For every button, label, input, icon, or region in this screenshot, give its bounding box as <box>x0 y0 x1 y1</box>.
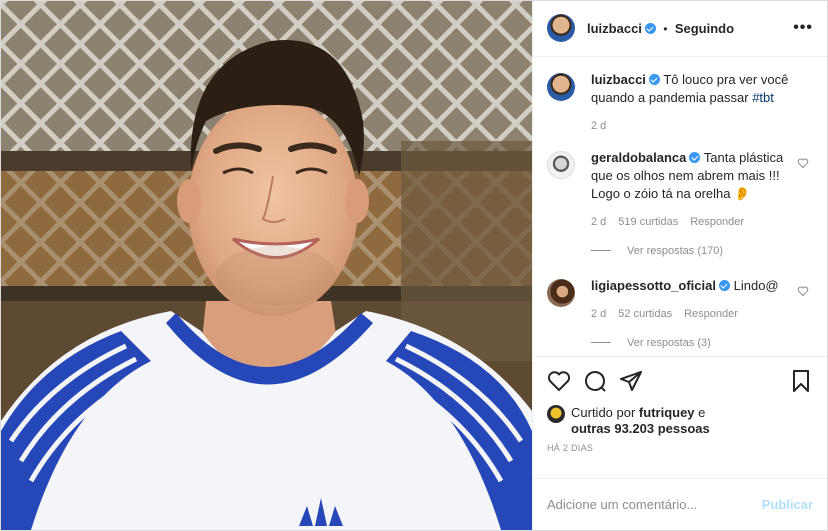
liker-username[interactable]: futriquey <box>639 405 695 420</box>
caption-username[interactable]: luizbacci <box>591 72 646 87</box>
liked-by: Curtido por futriquey e outras 93.203 pe… <box>547 405 813 437</box>
comment-time[interactable]: 2 d <box>591 305 606 323</box>
liked-by-prefix: Curtido por <box>571 405 639 421</box>
instagram-post-window: luizbacci • Seguindo ••• luizbacci Tô lo… <box>0 0 828 531</box>
action-icons <box>547 365 813 397</box>
replies-line <box>591 250 611 252</box>
comment-meta: 2 d 52 curtidas Responder <box>591 305 789 323</box>
share-send-icon[interactable] <box>619 369 643 393</box>
comment-username[interactable]: ligiapessotto_oficial <box>591 278 716 293</box>
caption-avatar[interactable] <box>547 72 575 101</box>
following-button[interactable]: Seguindo <box>675 21 734 36</box>
more-horizontal-icon[interactable]: ••• <box>793 19 813 37</box>
comment-username[interactable]: geraldobalanca <box>591 150 686 165</box>
comment-meta: 2 d 519 curtidas Responder <box>591 213 789 231</box>
comment-icon[interactable] <box>583 369 607 393</box>
comment-likes[interactable]: 52 curtidas <box>618 305 672 323</box>
comment-text: geraldobalanca Tanta plástica que os olh… <box>591 149 789 203</box>
selfie-image <box>1 1 532 530</box>
post-photo[interactable] <box>1 1 532 530</box>
post-header: luizbacci • Seguindo ••• <box>533 1 827 57</box>
header-separator: • <box>663 21 668 36</box>
comment-likes[interactable]: 519 curtidas <box>618 213 678 231</box>
view-replies-label: Ver respostas (3) <box>627 336 711 349</box>
add-comment-input[interactable] <box>547 496 762 512</box>
reply-button[interactable]: Responder <box>690 213 744 231</box>
publish-button[interactable]: Publicar <box>762 497 813 512</box>
liked-by-middle: e <box>694 405 706 421</box>
post-actions: Curtido por futriquey e outras 93.203 pe… <box>533 356 827 478</box>
comment-message: Lindo@ <box>733 277 779 293</box>
comments-list[interactable]: luizbacci Tô louco pra ver você quando a… <box>533 57 827 356</box>
likes-count-link[interactable]: outras 93.203 pessoas <box>571 421 710 436</box>
comment-body: ligiapessotto_oficial Lindo@ 2 d 52 curt… <box>591 277 813 323</box>
comment-item: ligiapessotto_oficial Lindo@ 2 d 52 curt… <box>547 277 813 323</box>
hashtag-link[interactable]: #tbt <box>752 90 774 105</box>
reply-button[interactable]: Responder <box>684 305 738 323</box>
author-avatar[interactable] <box>547 14 575 43</box>
comment-item: geraldobalanca Tanta plástica que os olh… <box>547 149 813 231</box>
caption-time[interactable]: 2 d <box>591 117 606 135</box>
view-replies-label: Ver respostas (170) <box>627 244 723 257</box>
view-replies-button[interactable]: Ver respostas (3) <box>591 337 813 349</box>
replies-line <box>591 342 611 344</box>
caption: luizbacci Tô louco pra ver você quando a… <box>547 71 813 135</box>
save-bookmark-icon[interactable] <box>789 369 813 393</box>
like-comment-heart-icon[interactable] <box>797 157 809 169</box>
comment-time[interactable]: 2 d <box>591 213 606 231</box>
commenter-avatar[interactable] <box>547 150 575 179</box>
add-comment-bar: Publicar <box>533 477 827 530</box>
author-username[interactable]: luizbacci <box>587 21 642 36</box>
verified-badge-icon <box>644 22 656 34</box>
verified-badge-icon <box>689 151 701 163</box>
liked-by-text: Curtido por futriquey e outras 93.203 pe… <box>571 405 710 437</box>
commenter-avatar[interactable] <box>547 278 575 307</box>
caption-meta: 2 d <box>591 117 789 135</box>
author-block: luizbacci • Seguindo <box>587 21 734 36</box>
caption-text: luizbacci Tô louco pra ver você quando a… <box>591 71 789 107</box>
verified-badge-icon <box>718 279 730 291</box>
caption-body: luizbacci Tô louco pra ver você quando a… <box>591 71 813 135</box>
comment-body: geraldobalanca Tanta plástica que os olh… <box>591 149 813 231</box>
post-timestamp[interactable]: HÁ 2 DIAS <box>547 443 813 453</box>
verified-badge-icon <box>648 73 660 85</box>
like-heart-icon[interactable] <box>547 369 571 393</box>
like-comment-heart-icon[interactable] <box>797 285 809 297</box>
liker-avatar[interactable] <box>547 405 565 424</box>
post-side-panel: luizbacci • Seguindo ••• luizbacci Tô lo… <box>532 1 827 530</box>
comment-text: ligiapessotto_oficial Lindo@ <box>591 277 789 295</box>
view-replies-button[interactable]: Ver respostas (170) <box>591 245 813 257</box>
